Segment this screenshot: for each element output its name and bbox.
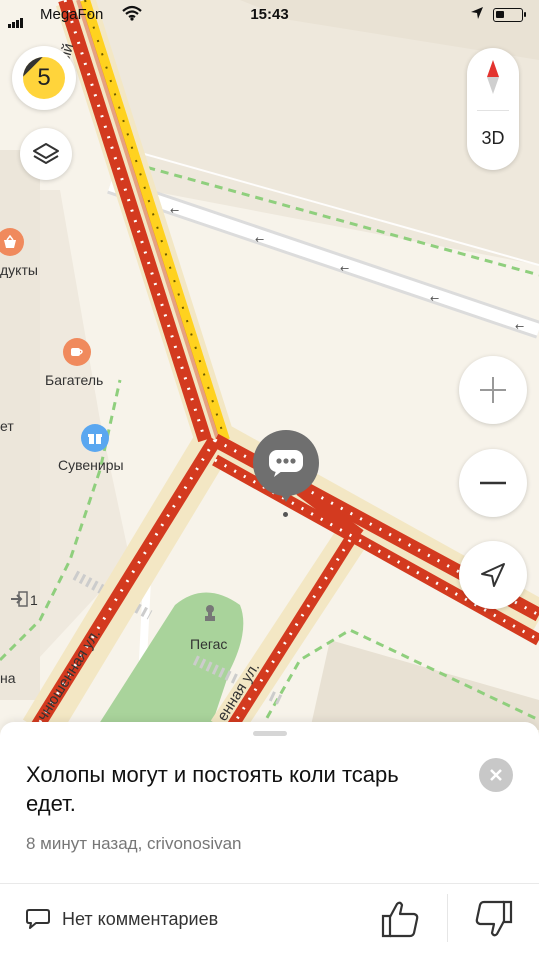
svg-text:←: ←: [170, 204, 179, 217]
location-arrow-icon: [471, 7, 483, 19]
divider: [447, 894, 448, 942]
event-meta: 8 минут назад, crivonosivan: [26, 834, 242, 853]
coffee-cup-icon[interactable]: [63, 338, 91, 366]
divider: [477, 110, 509, 111]
svg-text:←: ←: [430, 292, 439, 305]
svg-text:←: ←: [255, 233, 264, 246]
event-message: Холопы могут и постоять коли тсарь едет.: [26, 762, 399, 816]
divider: [0, 883, 539, 884]
minus-icon: [480, 481, 506, 485]
comment-icon: [26, 909, 50, 929]
poi-label: Пегас: [190, 636, 228, 652]
poi-label: на: [0, 670, 16, 686]
dislike-button[interactable]: [474, 900, 514, 943]
my-location-button[interactable]: [459, 541, 527, 609]
map-layers-button[interactable]: [20, 128, 72, 180]
layers-icon: [33, 143, 59, 164]
navigation-arrow-icon: [481, 563, 505, 587]
chat-bubble-icon: [269, 450, 303, 477]
marker-location-dot: [283, 512, 288, 517]
poi-label: дукты: [0, 262, 38, 278]
battery-icon: [493, 8, 526, 22]
compass-panel: 3D: [467, 48, 519, 170]
poi-label: Сувениры: [58, 457, 124, 473]
poi-label: 1: [30, 592, 38, 608]
svg-text:←: ←: [340, 262, 349, 275]
road-event-sheet: Холопы могут и постоять коли тсарь едет.…: [0, 722, 539, 960]
poi-label: ет: [0, 418, 14, 434]
clock: 15:43: [250, 6, 289, 23]
comments-label: Нет комментариев: [62, 908, 219, 929]
marker-pointer: [278, 490, 294, 502]
like-button[interactable]: [380, 900, 420, 943]
thumbs-up-icon: [381, 901, 419, 938]
poi-label: Багатель: [45, 372, 104, 388]
sheet-drag-handle[interactable]: [253, 731, 287, 736]
close-icon: [490, 769, 502, 781]
compass-icon[interactable]: [484, 58, 502, 96]
status-bar: MegaFon 15:43: [0, 0, 539, 30]
close-button[interactable]: [479, 758, 513, 792]
road-event-comment-marker[interactable]: [253, 430, 319, 496]
svg-text:←: ←: [515, 320, 524, 333]
thumbs-down-icon: [475, 900, 513, 937]
traffic-level-badge: 5: [23, 57, 65, 99]
comments-link[interactable]: Нет комментариев: [26, 908, 218, 930]
exit-icon: [10, 591, 28, 612]
zoom-in-button[interactable]: [459, 356, 527, 424]
traffic-level-button[interactable]: 5: [12, 46, 76, 110]
traffic-level-value: 5: [37, 64, 51, 91]
plus-icon: [480, 377, 506, 403]
gift-icon[interactable]: [81, 424, 109, 452]
toggle-3d-button[interactable]: 3D: [467, 128, 519, 149]
zoom-out-button[interactable]: [459, 449, 527, 517]
monument-icon[interactable]: [202, 602, 218, 627]
